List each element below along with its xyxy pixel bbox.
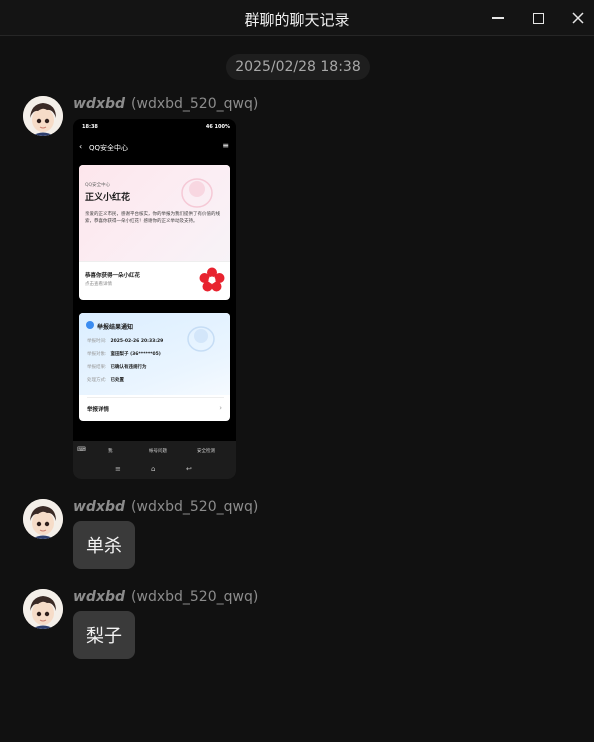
row-label: 举报时间: [87, 339, 107, 344]
phone-tab: 帐号问题 [149, 449, 167, 454]
card-footer-sub: 点击查看详情 [85, 282, 112, 287]
sender-line: wdxbd (wdxbd_520_qwq) [73, 499, 258, 515]
penguin-watermark-icon [187, 326, 215, 352]
sender-nickname: wdxbd [73, 589, 126, 605]
row-value: 蛮田梨子 (36******05) [110, 352, 161, 357]
title-bar: 群聊的聊天记录 [0, 0, 594, 36]
card-body: 亲爱的正义市民，感谢平台核实，你的举报为我们提供了有价值的线索，恭喜你获得一朵小… [85, 212, 220, 224]
report-row: 举报对象: 蛮田梨子 (36******05) [87, 351, 161, 357]
sender-nickname: wdxbd [73, 499, 126, 515]
message-image[interactable]: 18:38 46 100% ‹ QQ安全中心 ≡ QQ安全中心 正义小红花 亲爱… [73, 119, 236, 479]
phone-bottom-tabs: ⌨ 我 帐号问题 安全检测 [73, 441, 236, 461]
avatar-image [23, 499, 63, 539]
sender-nickname: wdxbd [73, 96, 126, 112]
divider [87, 397, 224, 398]
avatar[interactable] [23, 96, 63, 136]
chevron-right-icon: › [219, 404, 222, 412]
message-bubble[interactable]: 单杀 [73, 521, 135, 569]
sender-line: wdxbd (wdxbd_520_qwq) [73, 589, 258, 605]
message-bubble[interactable]: 梨子 [73, 611, 135, 659]
row-value: 已处置 [110, 378, 125, 383]
penguin-watermark-icon [181, 178, 213, 208]
maximize-icon [532, 12, 544, 24]
home-icon: ⌂ [151, 465, 156, 473]
row-label: 处理方式: [87, 378, 107, 383]
report-row: 处理方式: 已处置 [87, 377, 124, 383]
sender-qq-id: (wdxbd_520_qwq) [131, 96, 259, 112]
row-label: 举报对象: [87, 352, 107, 357]
report-result-card: 举报结果通知 举报时间: 2025-02-26 20:33:29 举报对象: 蛮田梨… [79, 313, 230, 421]
menu-icon: ≡ [115, 465, 121, 473]
timestamp-chip: 2025/02/28 18:38 [226, 54, 370, 80]
back-icon: ↩ [186, 465, 192, 473]
phone-status-time: 18:38 [82, 124, 98, 130]
sender-line: wdxbd (wdxbd_520_qwq) [73, 96, 258, 112]
report-row: 举报结果: 已确认有违规行为 [87, 364, 147, 370]
card-footer-title: 恭喜你获得一朵小红花 [85, 273, 141, 279]
phone-tab: 我 [108, 449, 113, 454]
report-detail-link: 举报详情 [87, 407, 110, 413]
keyboard-icon: ⌨ [77, 446, 86, 453]
card-title: 正义小红花 [85, 193, 131, 203]
avatar-image [23, 96, 63, 136]
row-value: 2025-02-26 20:33:29 [110, 339, 164, 344]
row-value: 已确认有违规行为 [110, 365, 147, 370]
back-icon: ‹ [79, 142, 83, 151]
row-label: 举报结果: [87, 365, 107, 370]
card-source: QQ安全中心 [85, 183, 111, 188]
phone-nav-title: QQ安全中心 [89, 144, 129, 152]
phone-status-bar: 18:38 46 100% [73, 119, 236, 137]
report-row: 举报时间: 2025-02-26 20:33:29 [87, 338, 163, 344]
phone-tab: 安全检测 [197, 449, 215, 454]
avatar[interactable] [23, 589, 63, 629]
minimize-icon [492, 17, 504, 19]
maximize-button[interactable] [524, 6, 552, 30]
red-flower-icon [199, 267, 225, 292]
phone-status-right: 46 100% [205, 124, 230, 130]
avatar-image [23, 589, 63, 629]
divider [79, 261, 230, 262]
sender-qq-id: (wdxbd_520_qwq) [131, 499, 259, 515]
close-icon [572, 12, 584, 24]
phone-gesture-bar: ≡ ⌂ ↩ [73, 461, 236, 479]
minimize-button[interactable] [484, 6, 512, 30]
report-title: 举报结果通知 [97, 324, 134, 331]
avatar[interactable] [23, 499, 63, 539]
sender-qq-id: (wdxbd_520_qwq) [131, 589, 259, 605]
info-icon [86, 321, 94, 329]
menu-icon: ≡ [222, 141, 229, 150]
close-button[interactable] [564, 6, 592, 30]
red-flower-card: QQ安全中心 正义小红花 亲爱的正义市民，感谢平台核实，你的举报为我们提供了有价… [79, 165, 230, 300]
phone-nav-bar: ‹ QQ安全中心 ≡ [73, 137, 236, 157]
